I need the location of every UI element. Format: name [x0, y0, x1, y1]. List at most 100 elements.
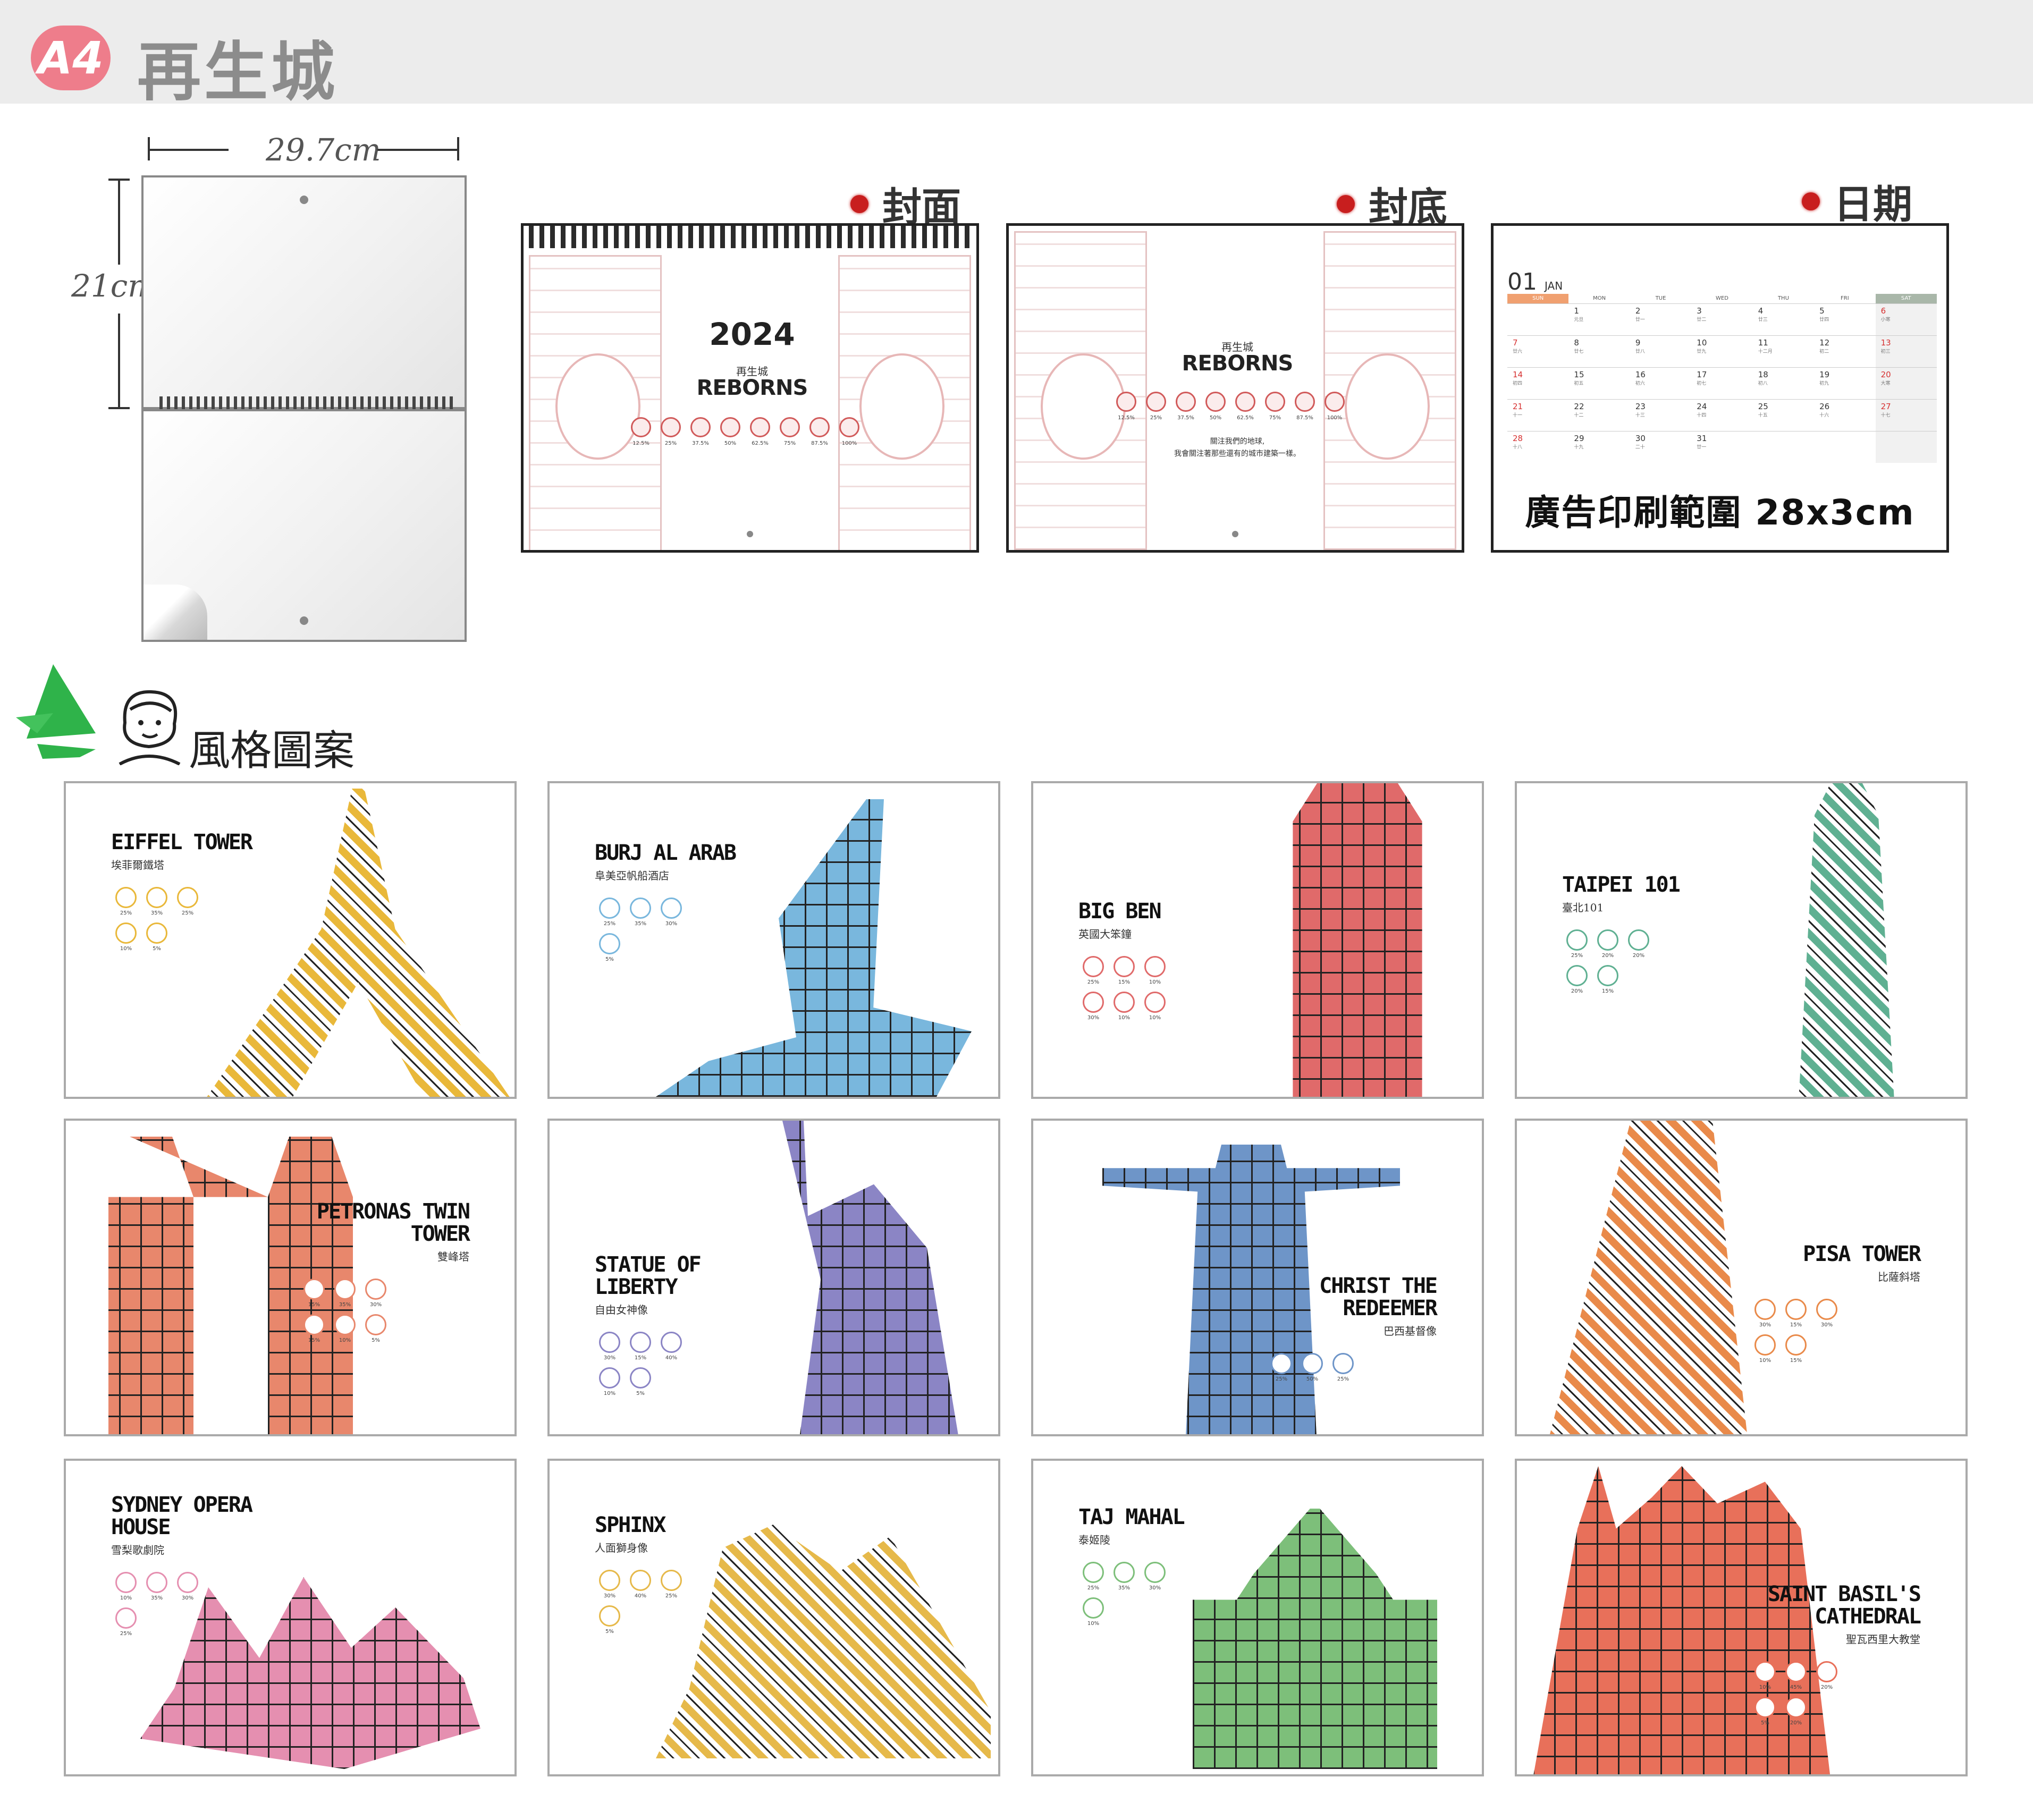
- material-percent: 20%: [1820, 1684, 1833, 1690]
- design-card-11: TAJ MAHAL 泰姬陵 25% 35% 30% 10%: [1031, 1459, 1484, 1776]
- recycle-material-icon: [334, 1279, 356, 1300]
- material-percent: 5%: [372, 1338, 380, 1343]
- landmark-name: TAIPEI 101: [1562, 873, 1681, 897]
- material-percent: 20%: [1632, 953, 1645, 959]
- material-item: 10%: [1109, 992, 1139, 1021]
- material-item: 30%: [361, 1279, 391, 1308]
- recycle-material-icon: [661, 898, 682, 919]
- card-text-block: TAJ MAHAL 泰姬陵 25% 35% 30% 10%: [1078, 1506, 1249, 1627]
- card-text-block: STATUE OF LIBERTY 自由女神像 30% 15% 40% 10% 5%: [595, 1254, 765, 1396]
- recycle-material-icon: [1083, 956, 1104, 977]
- recycle-material-icon: [1144, 992, 1166, 1013]
- material-item: 5%: [361, 1314, 391, 1343]
- design-card-6: STATUE OF LIBERTY 自由女神像 30% 15% 40% 10% 5%: [547, 1119, 1000, 1436]
- design-card-10: SPHINX 人面獅身像 30% 40% 25% 5%: [547, 1459, 1000, 1776]
- material-percent: 5%: [153, 946, 161, 952]
- recycle-material-icon: [630, 1367, 651, 1389]
- design-card-7: CHRIST THE REDEEMER 巴西基督像 25% 50% 25%: [1031, 1119, 1484, 1436]
- material-percent: 30%: [1820, 1322, 1833, 1328]
- landmark-illustration: [1799, 783, 1894, 1097]
- material-percent: 35%: [150, 910, 163, 916]
- material-percent: 25%: [1087, 1585, 1100, 1591]
- material-percent-icons: 30% 15% 30% 10% 15%: [1750, 1299, 1920, 1364]
- material-item: 25%: [173, 887, 203, 916]
- recycle-material-icon: [630, 1332, 651, 1353]
- recycle-material-icon: [1785, 1334, 1807, 1356]
- material-item: 25%: [656, 1570, 686, 1599]
- material-percent-icons: 15% 35% 30% 15% 10% 5%: [299, 1279, 469, 1343]
- card-text-block: SYDNEY OPERA HOUSE 雪梨歌劇院 10% 35% 30% 25%: [111, 1494, 281, 1637]
- material-item: 35%: [626, 898, 655, 927]
- material-percent-icons: 10% 35% 30% 25%: [111, 1572, 281, 1637]
- material-item: 30%: [1812, 1299, 1842, 1328]
- landmark-name: BURJ AL ARAB: [595, 841, 737, 865]
- card-text-block: BURJ AL ARAB 阜美亞帆船酒店 25% 35% 30% 5%: [595, 842, 765, 962]
- material-percent: 25%: [665, 1593, 678, 1599]
- material-percent: 35%: [339, 1302, 351, 1308]
- material-item: 25%: [1078, 956, 1108, 985]
- recycle-material-icon: [1271, 1353, 1292, 1374]
- landmark-chinese-name: 雪梨歌劇院: [111, 1544, 164, 1556]
- material-item: 30%: [1140, 1562, 1170, 1591]
- recycle-material-icon: [630, 898, 651, 919]
- material-item: 10%: [1140, 992, 1170, 1021]
- card-text-block: EIFFEL TOWER 埃菲爾鐵塔 25% 35% 25% 10% 5%: [111, 831, 281, 952]
- material-percent: 40%: [634, 1593, 647, 1599]
- landmark-chinese-name: 聖瓦西里大教堂: [1846, 1633, 1920, 1646]
- material-percent: 35%: [634, 921, 647, 927]
- card-text-block: BIG BEN 英國大笨鐘 25% 15% 10% 30% 10% 10%: [1078, 900, 1249, 1021]
- recycle-material-icon: [303, 1314, 325, 1335]
- design-card-4: TAIPEI 101 臺北101 25% 20% 20% 20% 15%: [1515, 781, 1968, 1099]
- material-percent: 15%: [1118, 979, 1131, 985]
- landmark-chinese-name: 泰姬陵: [1078, 1534, 1110, 1546]
- material-item: 35%: [1109, 1562, 1139, 1591]
- recycle-material-icon: [1754, 1697, 1776, 1718]
- material-item: 25%: [1328, 1353, 1358, 1382]
- design-card-5: PETRONAS TWIN TOWER 雙峰塔 15% 35% 30% 15% 10% 5%: [64, 1119, 517, 1436]
- material-percent: 25%: [1571, 953, 1583, 959]
- material-percent: 15%: [1601, 988, 1614, 994]
- landmark-name: CHRIST THE REDEEMER: [1319, 1274, 1438, 1320]
- landmark-chinese-name: 人面獅身像: [595, 1542, 648, 1554]
- material-item: 50%: [1297, 1353, 1327, 1382]
- material-percent: 10%: [1149, 979, 1161, 985]
- material-item: 10%: [1750, 1661, 1780, 1690]
- material-percent-icons: 25% 15% 10% 30% 10% 10%: [1078, 956, 1249, 1021]
- material-item: 30%: [656, 898, 686, 927]
- material-item: 10%: [111, 1572, 141, 1601]
- material-percent: 25%: [120, 1631, 132, 1637]
- recycle-material-icon: [1144, 956, 1166, 977]
- card-text-block: PISA TOWER 比薩斜塔 30% 15% 30% 10% 15%: [1750, 1243, 1921, 1364]
- material-item: 15%: [626, 1332, 655, 1361]
- landmark-chinese-name: 臺北101: [1562, 901, 1604, 914]
- recycle-material-icon: [599, 898, 620, 919]
- card-text-block: TAIPEI 101 臺北101 25% 20% 20% 20% 15%: [1562, 874, 1732, 994]
- recycle-material-icon: [599, 1605, 620, 1627]
- landmark-name: EIFFEL TOWER: [111, 830, 253, 854]
- recycle-material-icon: [1816, 1661, 1837, 1682]
- card-text-block: SPHINX 人面獅身像 30% 40% 25% 5%: [595, 1514, 765, 1635]
- material-percent: 20%: [1601, 953, 1614, 959]
- recycle-material-icon: [630, 1570, 651, 1591]
- material-percent: 25%: [120, 910, 132, 916]
- material-item: 10%: [330, 1314, 360, 1343]
- material-item: 20%: [1781, 1697, 1811, 1726]
- material-item: 15%: [299, 1279, 329, 1308]
- recycle-material-icon: [1144, 1562, 1166, 1583]
- material-item: 25%: [1078, 1562, 1108, 1591]
- material-item: 20%: [1593, 929, 1623, 959]
- recycle-material-icon: [1816, 1299, 1837, 1320]
- recycle-material-icon: [146, 922, 167, 944]
- recycle-material-icon: [661, 1332, 682, 1353]
- recycle-material-icon: [1597, 929, 1618, 951]
- material-item: 25%: [111, 887, 141, 916]
- material-percent: 25%: [603, 921, 616, 927]
- recycle-material-icon: [599, 1570, 620, 1591]
- landmark-name: SAINT BASIL'S CATHEDRAL: [1767, 1582, 1921, 1629]
- landmark-chinese-name: 阜美亞帆船酒店: [595, 869, 669, 882]
- recycle-material-icon: [1754, 1661, 1776, 1682]
- material-percent: 15%: [1790, 1322, 1802, 1328]
- landmark-name: TAJ MAHAL: [1078, 1505, 1185, 1529]
- material-item: 5%: [1750, 1697, 1780, 1726]
- landmark-illustration: [1549, 1121, 1748, 1434]
